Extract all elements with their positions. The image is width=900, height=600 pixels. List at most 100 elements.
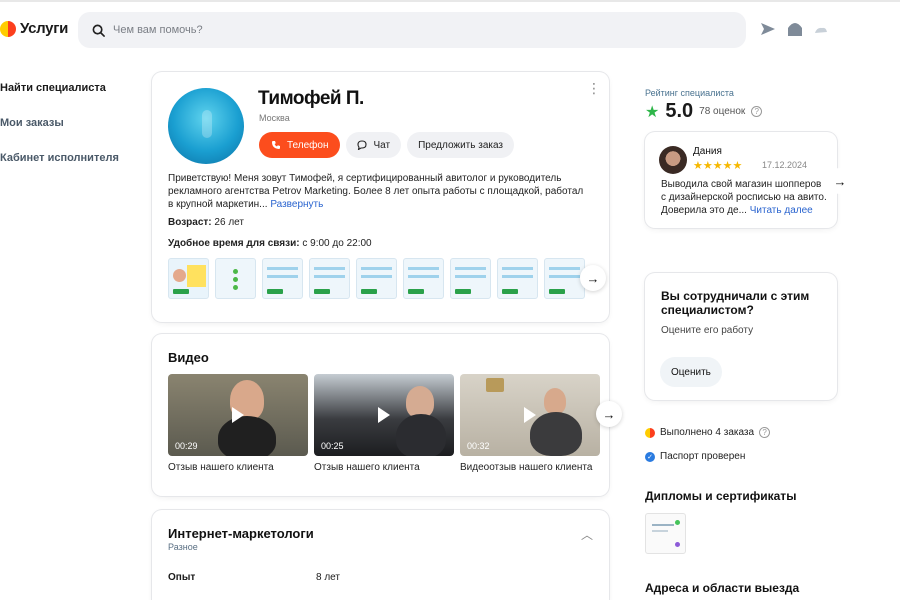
portfolio-thumb[interactable] xyxy=(356,258,397,299)
phone-icon xyxy=(272,141,280,149)
video-caption: Отзыв нашего клиента xyxy=(168,462,274,473)
collaboration-card: Вы сотрудничали с этим специалистом? Оце… xyxy=(645,273,837,400)
specialist-city: Москва xyxy=(259,113,290,123)
read-more-link[interactable]: Читать далее xyxy=(750,205,813,216)
help-icon[interactable]: ? xyxy=(759,427,771,438)
help-icon[interactable]: ? xyxy=(751,106,763,117)
nav-find-specialist[interactable]: Найти специалиста xyxy=(0,82,119,94)
chat-button-label: Чат xyxy=(373,139,391,151)
expand-link[interactable]: Развернуть xyxy=(270,199,323,210)
avatar-icon[interactable] xyxy=(786,20,804,37)
reviewer-name: Дания xyxy=(693,146,722,157)
review-date: 17.12.2024 xyxy=(762,160,808,170)
rate-button[interactable]: Оценить xyxy=(660,357,722,387)
play-icon xyxy=(378,407,390,423)
chat-button[interactable]: Чат xyxy=(346,132,402,158)
portfolio-next-arrow-icon[interactable]: → xyxy=(580,265,606,291)
portfolio-thumb[interactable] xyxy=(262,258,303,299)
orders-completed: Выполнено 4 заказа ? xyxy=(645,427,771,438)
portfolio-thumb[interactable] xyxy=(544,258,585,299)
orders-completed-text: Выполнено 4 заказа xyxy=(660,427,755,438)
rating-summary: ★ 5.0 78 оценок ? xyxy=(645,100,763,123)
nav-my-orders[interactable]: Мои заказы xyxy=(0,117,119,129)
offer-order-button[interactable]: Предложить заказ xyxy=(407,132,515,158)
header: Услуги xyxy=(0,0,900,60)
age-value: 26 лет xyxy=(214,217,244,228)
yandex-logo-icon xyxy=(0,20,16,37)
review-text: Выводила свой магазин шопперов с дизайне… xyxy=(661,178,827,217)
action-buttons: Телефон Чат Предложить заказ xyxy=(259,132,515,158)
video-next-arrow-icon[interactable]: → xyxy=(596,401,622,427)
passport-verified-text: Паспорт проверен xyxy=(660,451,746,462)
reviews-count[interactable]: 78 оценок xyxy=(699,106,745,117)
video-duration: 00:25 xyxy=(321,441,344,451)
more-menu-icon[interactable]: ⋮ xyxy=(587,81,601,95)
portfolio-thumb[interactable] xyxy=(403,258,444,299)
left-nav: Найти специалиста Мои заказы Кабинет исп… xyxy=(0,82,119,187)
phone-button[interactable]: Телефон xyxy=(259,132,341,158)
video-list: 00:29 Отзыв нашего клиента 00:25 Отзыв н… xyxy=(168,374,600,473)
video-duration: 00:32 xyxy=(467,441,490,451)
portfolio-thumb[interactable] xyxy=(215,258,256,299)
collaboration-title: Вы сотрудничали с этим специалистом? xyxy=(661,289,810,317)
verified-check-icon: ✓ xyxy=(645,451,655,462)
video-thumbnail[interactable]: 00:25 xyxy=(314,374,454,456)
logo[interactable]: Услуги xyxy=(0,20,68,37)
logo-text: Услуги xyxy=(20,20,69,37)
portfolio-thumb[interactable] xyxy=(497,258,538,299)
specialist-avatar[interactable] xyxy=(168,88,244,164)
contact-time-row: Удобное время для связи: с 9:00 до 22:00 xyxy=(168,238,372,249)
specialization-title: Интернет-маркетологи xyxy=(168,526,314,541)
diplomas-heading: Дипломы и сертификаты xyxy=(645,489,797,503)
specialist-name: Тимофей П. xyxy=(258,88,364,109)
video-item[interactable]: 00:32 Видеоотзыв нашего клиента xyxy=(460,374,600,473)
specialization-card: Интернет-маркетологи Разное ︿ Опыт 8 лет xyxy=(152,510,609,600)
diploma-thumbnail[interactable] xyxy=(645,513,686,554)
video-thumbnail[interactable]: 00:29 xyxy=(168,374,308,456)
reviewer-avatar xyxy=(659,146,687,174)
video-item[interactable]: 00:25 Отзыв нашего клиента xyxy=(314,374,454,473)
portfolio-thumb[interactable] xyxy=(450,258,491,299)
rating-star-icon: ★ xyxy=(645,103,660,121)
chat-icon xyxy=(357,140,368,150)
phone-button-label: Телефон xyxy=(287,139,329,151)
passport-verified: ✓ Паспорт проверен xyxy=(645,451,745,462)
cloud-icon[interactable] xyxy=(814,26,828,34)
experience-label: Опыт xyxy=(168,572,196,583)
search-input[interactable] xyxy=(113,24,713,36)
portfolio-thumb[interactable] xyxy=(309,258,350,299)
review-stars-icon: ★★★★★ xyxy=(693,160,743,172)
contact-time-label: Удобное время для связи: xyxy=(168,238,300,249)
video-thumbnail[interactable]: 00:32 xyxy=(460,374,600,456)
review-next-arrow-icon[interactable]: → xyxy=(827,168,853,194)
age-row: Возраст: 26 лет xyxy=(168,217,244,228)
portfolio-thumb[interactable] xyxy=(168,258,209,299)
video-card: Видео 00:29 Отзыв нашего клиента 00:25 О… xyxy=(152,334,622,496)
video-caption: Видеоотзыв нашего клиента xyxy=(460,462,593,473)
play-icon xyxy=(524,407,536,423)
profile-card: Тимофей П. Москва ⋮ Телефон Чат Предложи… xyxy=(152,72,609,322)
about-text: Приветствую! Меня зовут Тимофей, я серти… xyxy=(168,172,588,211)
play-icon xyxy=(232,407,244,423)
rating-score: 5.0 xyxy=(665,100,694,122)
portfolio-thumbnails xyxy=(168,258,585,299)
video-section-title: Видео xyxy=(168,350,209,365)
review-card[interactable]: Дания ★★★★★ 17.12.2024 Выводила свой маг… xyxy=(645,132,837,228)
video-caption: Отзыв нашего клиента xyxy=(314,462,420,473)
addresses-heading: Адреса и области выезда xyxy=(645,581,800,595)
specialization-subtitle: Разное xyxy=(168,542,198,552)
video-item[interactable]: 00:29 Отзыв нашего клиента xyxy=(168,374,308,473)
video-duration: 00:29 xyxy=(175,441,198,451)
contact-time-value: с 9:00 до 22:00 xyxy=(302,238,372,249)
experience-value: 8 лет xyxy=(316,572,340,583)
nav-contractor-cabinet[interactable]: Кабинет исполнителя xyxy=(0,152,119,164)
age-label: Возраст: xyxy=(168,217,212,228)
collaboration-subtitle: Оцените его работу xyxy=(661,325,754,336)
about-body: Приветствую! Меня зовут Тимофей, я серти… xyxy=(168,173,584,210)
rating-label: Рейтинг специалиста xyxy=(645,88,734,98)
yandex-badge-icon xyxy=(645,427,655,438)
send-icon[interactable] xyxy=(760,22,776,36)
search-icon xyxy=(92,24,105,37)
chevron-up-icon[interactable]: ︿ xyxy=(581,526,593,543)
search-bar[interactable] xyxy=(78,12,746,48)
